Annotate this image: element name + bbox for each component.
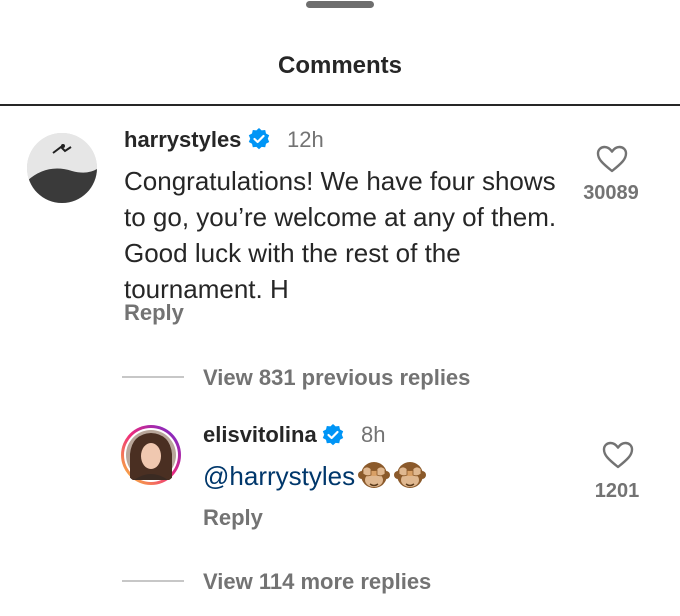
mention-link[interactable]: @harrystyles xyxy=(203,458,355,494)
like-count: 1201 xyxy=(594,480,640,502)
verified-badge-icon xyxy=(322,424,344,446)
see-no-evil-monkey-icon xyxy=(394,462,426,488)
comment-text: Congratulations! We have four shows to g… xyxy=(124,166,557,304)
replies-line xyxy=(122,580,184,582)
avatar[interactable] xyxy=(120,424,182,486)
see-no-evil-monkey-icon xyxy=(358,462,390,488)
verified-badge-icon xyxy=(248,128,270,150)
divider xyxy=(0,104,680,106)
reply-username[interactable]: elisvitolina xyxy=(203,422,317,448)
comment-time: 12h xyxy=(287,127,324,152)
view-more-replies-button[interactable]: View 114 more replies xyxy=(203,569,431,595)
reply-button[interactable]: Reply xyxy=(203,505,263,531)
like-heart-icon[interactable] xyxy=(596,145,628,173)
view-previous-replies-button[interactable]: View 831 previous replies xyxy=(203,365,470,391)
avatar[interactable] xyxy=(27,133,97,203)
like-heart-icon[interactable] xyxy=(602,441,634,469)
reply-time: 8h xyxy=(361,422,386,447)
drag-handle[interactable] xyxy=(306,1,374,8)
replies-line xyxy=(122,376,184,378)
like-count: 30089 xyxy=(583,182,639,204)
comment-username[interactable]: harrystyles xyxy=(124,127,241,153)
reply-button[interactable]: Reply xyxy=(124,300,184,326)
page-title: Comments xyxy=(277,52,403,79)
